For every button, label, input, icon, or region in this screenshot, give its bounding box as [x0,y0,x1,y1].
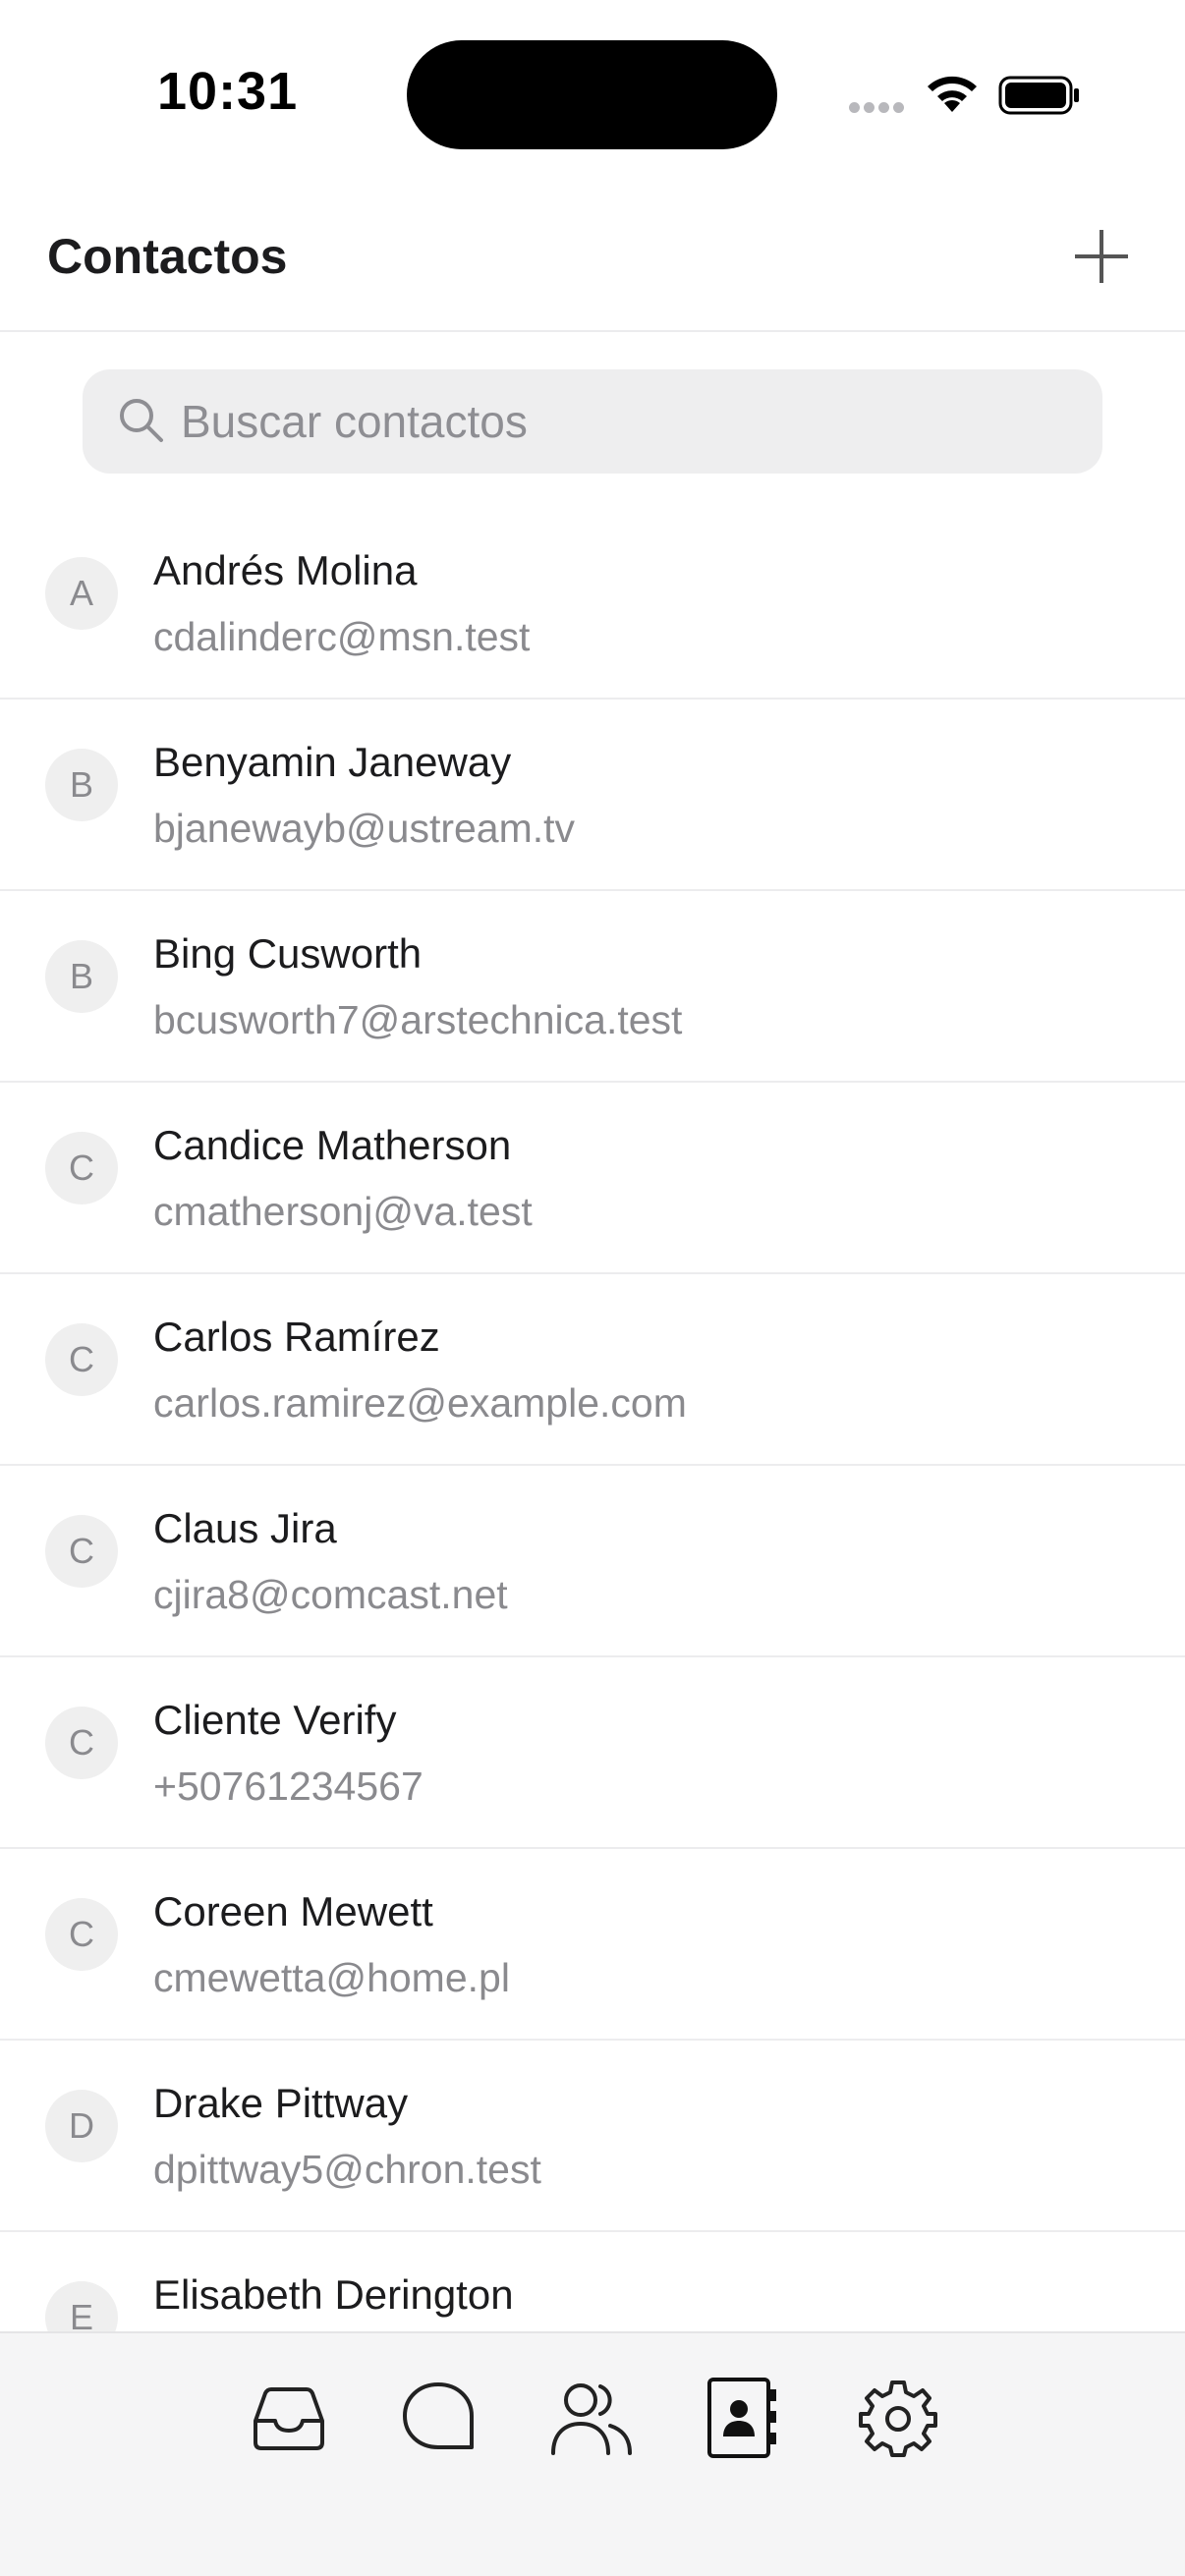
contact-phone: +50761234567 [153,1764,423,1809]
avatar: C [45,1132,118,1204]
contact-email: bjanewayb@ustream.tv [153,806,576,851]
contact-email: cmewetta@home.pl [153,1955,510,2000]
users-icon [551,2383,632,2455]
contact-name: Bing Cusworth [153,930,423,977]
page-title: Contactos [47,229,288,284]
tab-contacts[interactable] [694,2369,792,2467]
search-input[interactable] [181,369,1065,474]
address-book-icon [707,2378,776,2458]
wifi-icon [928,76,977,112]
contact-row[interactable]: C Carlos Ramírez carlos.ramirez@example.… [0,1274,1185,1466]
contact-name: Candice Matherson [153,1122,512,1168]
contact-email: cdalinderc@msn.test [153,614,531,659]
contact-row[interactable]: C Cliente Verify +50761234567 [0,1657,1185,1849]
contact-name: Claus Jira [153,1505,337,1551]
tab-teams[interactable] [542,2369,641,2467]
contact-name: Carlos Ramírez [153,1314,440,1360]
avatar: A [45,557,118,630]
inbox-icon [254,2387,324,2450]
contact-row[interactable]: C Claus Jira cjira8@comcast.net [0,1466,1185,1657]
contact-row[interactable]: E Elisabeth Derington [0,2232,1185,2331]
chat-bubble-icon [403,2382,474,2449]
tab-settings[interactable] [849,2369,947,2467]
avatar: C [45,1898,118,1971]
contact-row[interactable]: D Drake Pittway dpittway5@chron.test [0,2041,1185,2232]
status-bar: 10:31 [0,0,1185,187]
contact-row[interactable]: C Coreen Mewett cmewetta@home.pl [0,1849,1185,2041]
battery-icon [998,76,1079,115]
avatar: B [45,749,118,821]
avatar: E [45,2281,118,2331]
avatar: B [45,940,118,1013]
contact-list: A Andrés Molina cdalinderc@msn.test B Be… [0,508,1185,2331]
search-box[interactable] [83,369,1102,474]
contact-name: Cliente Verify [153,1697,397,1743]
contact-email: carlos.ramirez@example.com [153,1380,687,1426]
avatar: C [45,1515,118,1588]
plus-icon [1075,230,1128,283]
avatar: C [45,1707,118,1779]
tab-chats[interactable] [389,2369,487,2467]
add-contact-button[interactable] [1069,224,1134,289]
contact-email: cmathersonj@va.test [153,1189,533,1234]
contact-email: bcusworth7@arstechnica.test [153,997,683,1042]
contact-name: Elisabeth Derington [153,2271,514,2318]
contact-row[interactable]: C Candice Matherson cmathersonj@va.test [0,1083,1185,1274]
tab-bar [0,2331,1185,2576]
avatar: C [45,1323,118,1396]
contact-name: Drake Pittway [153,2080,409,2126]
contact-row[interactable]: B Bing Cusworth bcusworth7@arstechnica.t… [0,891,1185,1083]
tab-inbox[interactable] [240,2369,338,2467]
contact-name: Benyamin Janeway [153,739,512,785]
contact-email: dpittway5@chron.test [153,2147,541,2192]
settings-gear-icon [859,2380,937,2457]
header: Contactos [0,187,1185,332]
contact-row[interactable]: B Benyamin Janeway bjanewayb@ustream.tv [0,700,1185,891]
contact-name: Andrés Molina [153,547,418,593]
avatar: D [45,2090,118,2162]
magnifier-icon [120,399,163,442]
signal-dots-icon [849,102,908,114]
status-time: 10:31 [157,62,299,121]
dynamic-island [407,40,777,149]
contact-email: cjira8@comcast.net [153,1572,508,1617]
contact-name: Coreen Mewett [153,1888,433,1934]
contact-row[interactable]: A Andrés Molina cdalinderc@msn.test [0,508,1185,700]
